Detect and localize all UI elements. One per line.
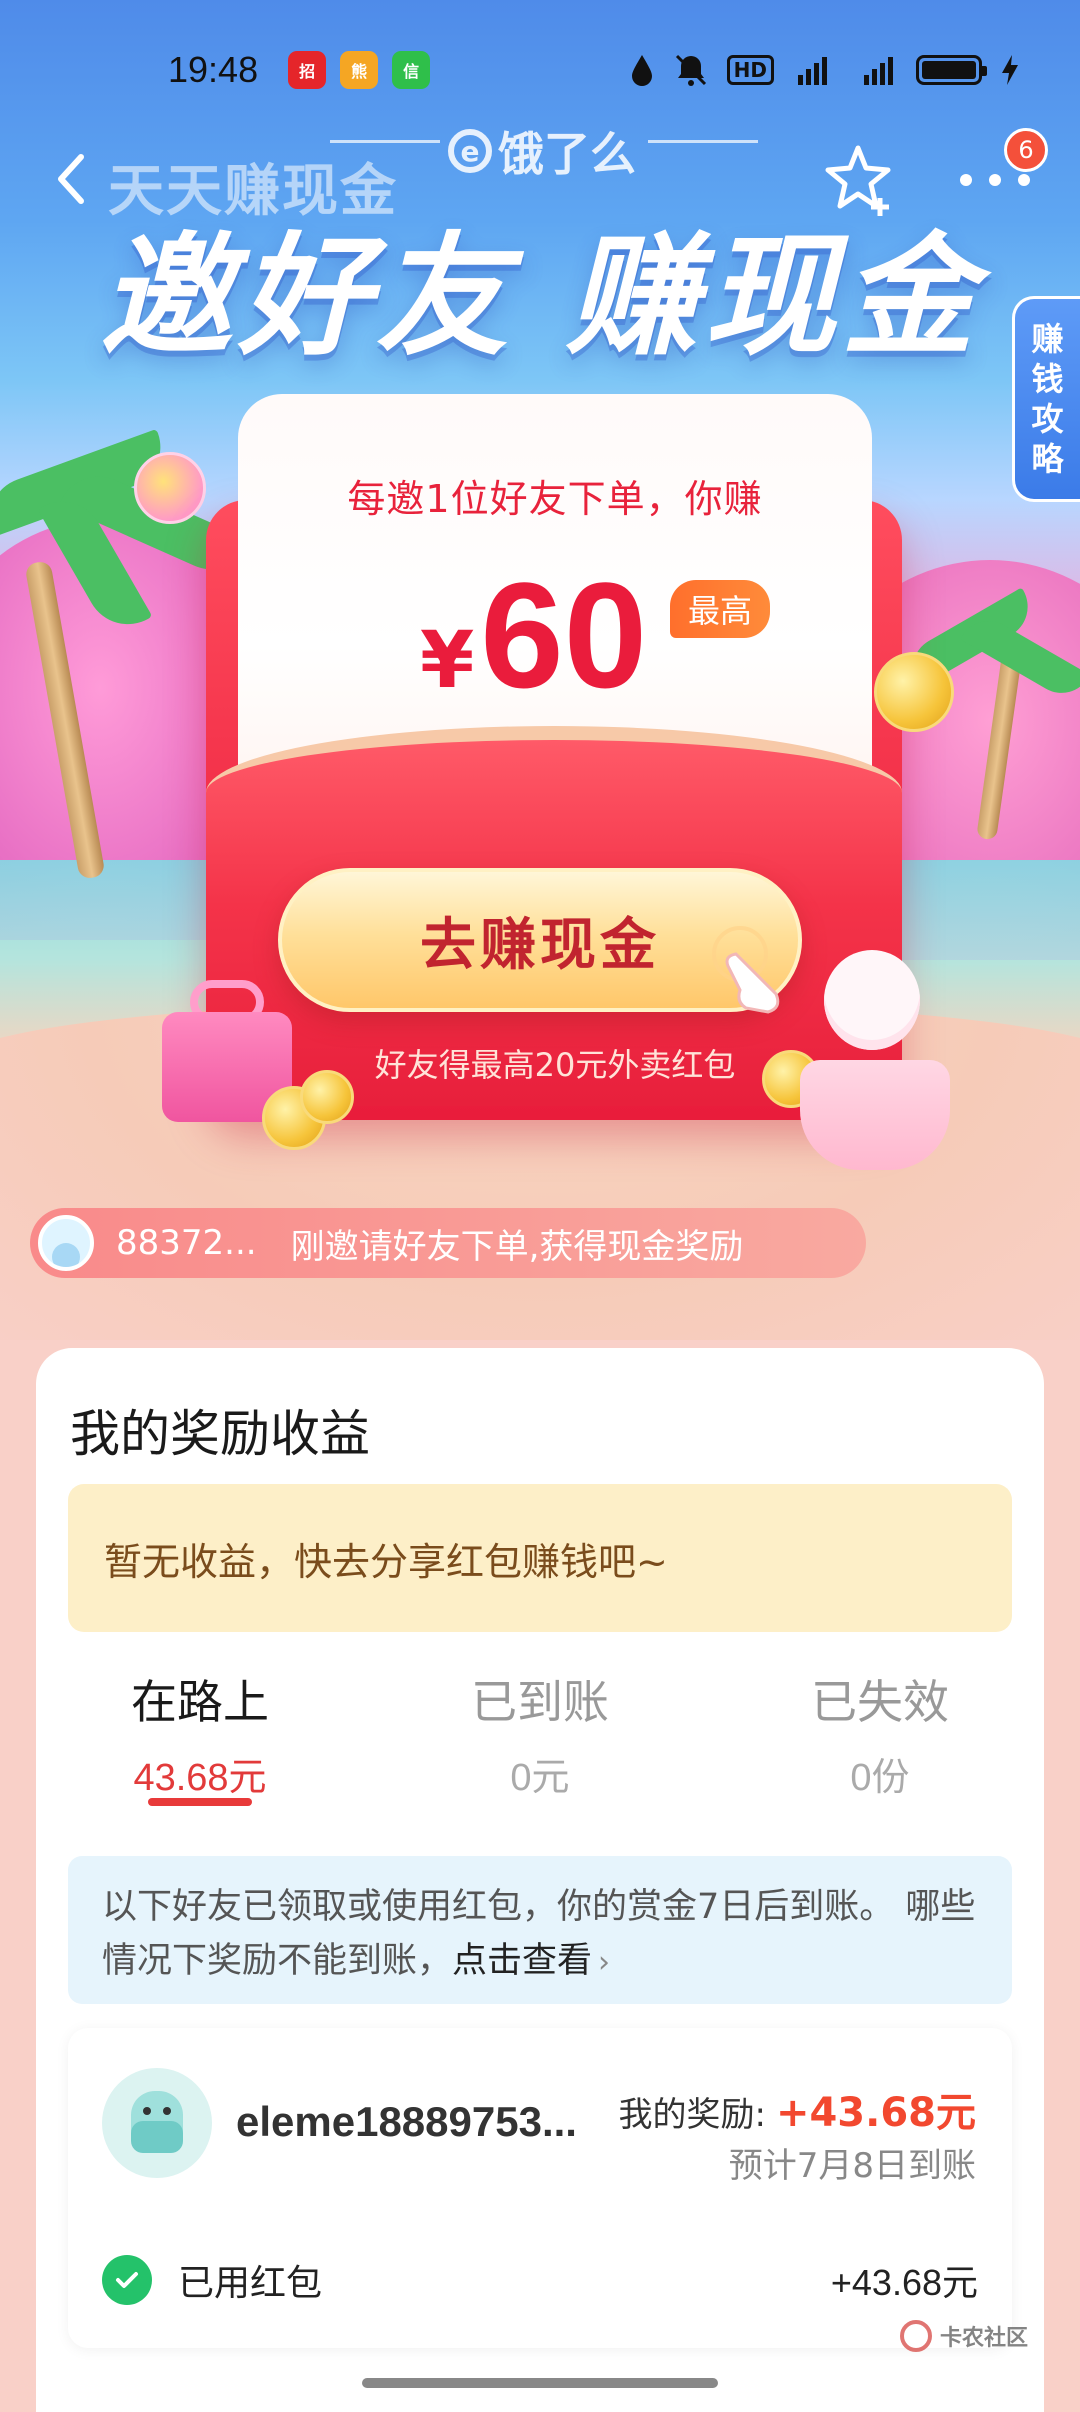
coin-icon bbox=[300, 1070, 354, 1124]
notification-badge: 6 bbox=[1004, 128, 1048, 172]
tab-label: 在路上 bbox=[131, 1675, 269, 1729]
tab-value: 0元 bbox=[510, 1757, 570, 1799]
watermark-text: 卡农社区 bbox=[940, 2326, 1029, 2351]
reward-eta: 预计7月8日到账 bbox=[728, 2146, 976, 2186]
tab-value: 43.68元 bbox=[133, 1757, 267, 1799]
earning-guide-tab[interactable]: 赚 钱 攻 略 bbox=[1012, 296, 1080, 502]
brand-name: 饿了么 bbox=[498, 127, 636, 181]
rewards-title: 我的奖励收益 bbox=[70, 1405, 370, 1463]
dot-icon bbox=[989, 174, 1001, 186]
signal-4g-icon bbox=[798, 57, 827, 85]
chevron-right-icon: › bbox=[598, 1945, 611, 1980]
invite-ticker: 88372... 刚邀请好友下单,获得现金奖励 bbox=[30, 1208, 866, 1278]
side-tab-char: 攻 bbox=[1031, 400, 1064, 438]
cupcake-icon bbox=[800, 1060, 950, 1170]
currency-symbol: ¥ bbox=[420, 616, 475, 706]
side-tab-char: 略 bbox=[1031, 440, 1064, 478]
used-packet-row: 已用红包 +43.68元 bbox=[102, 2250, 978, 2310]
reward-amount: +43.68元 bbox=[775, 2090, 976, 2136]
bunny-mascot-icon bbox=[824, 950, 920, 1050]
empty-earnings-banner: 暂无收益，快去分享红包赚钱吧~ bbox=[68, 1484, 1012, 1632]
tab-label: 已到账 bbox=[471, 1675, 609, 1729]
tab-label: 已失效 bbox=[811, 1675, 949, 1729]
bear-app-icon: 熊 bbox=[340, 51, 379, 89]
ticker-user: 88372... bbox=[116, 1223, 257, 1263]
amount-value: 60 bbox=[480, 551, 648, 719]
emoji-ball-icon bbox=[134, 452, 206, 524]
watermark-logo-icon bbox=[900, 2320, 932, 2352]
tab-value: 0份 bbox=[850, 1757, 910, 1799]
charging-bolt-icon bbox=[1002, 55, 1018, 85]
tab-in-transit[interactable]: 在路上 43.68元 bbox=[80, 1666, 320, 1801]
max-tag: 最高 bbox=[670, 580, 771, 638]
dot-icon bbox=[1018, 174, 1030, 186]
mute-bell-icon bbox=[675, 54, 706, 86]
side-tab-char: 钱 bbox=[1031, 360, 1064, 398]
hero-headline: 邀好友 赚现金 bbox=[100, 220, 980, 374]
bank-app-icon: 招 bbox=[288, 51, 327, 89]
dot-icon bbox=[960, 174, 972, 186]
check-icon bbox=[102, 2255, 152, 2305]
ticker-message: 刚邀请好友下单,获得现金奖励 bbox=[290, 1226, 744, 1267]
avatar bbox=[38, 1215, 94, 1271]
tab-expired[interactable]: 已失效 0份 bbox=[760, 1666, 1000, 1801]
friend-reward-item[interactable]: eleme18889753... 我的奖励: +43.68元 预计7月8日到账 … bbox=[68, 2028, 1012, 2348]
message-app-icon: 信 bbox=[392, 51, 431, 89]
packet-subtitle: 每邀1位好友下单，你赚 bbox=[347, 477, 763, 521]
used-packet-amount: +43.68元 bbox=[830, 2262, 978, 2303]
packet-amount: ¥ 60 bbox=[420, 560, 647, 710]
view-details-link[interactable]: 点击查看 bbox=[452, 1941, 592, 1981]
pointing-hand-icon bbox=[712, 926, 780, 1014]
status-app-icons: 招 熊 信 bbox=[288, 51, 431, 89]
my-reward: 我的奖励: +43.68元 bbox=[618, 2080, 976, 2138]
friend-username: eleme18889753... bbox=[236, 2098, 577, 2145]
eleme-e-icon: e bbox=[448, 129, 492, 173]
active-tab-indicator bbox=[148, 1798, 252, 1806]
used-packet-label: 已用红包 bbox=[178, 2263, 323, 2304]
community-watermark: 卡农社区 bbox=[900, 2320, 1028, 2352]
hd-badge: HD bbox=[726, 55, 774, 85]
reward-label: 我的奖励: bbox=[618, 2095, 766, 2135]
signal-5g-icon bbox=[864, 57, 893, 85]
water-drop-icon bbox=[631, 55, 652, 86]
avatar bbox=[102, 2068, 212, 2178]
tab-received[interactable]: 已到账 0元 bbox=[420, 1666, 660, 1801]
rewards-card: 我的奖励收益 暂无收益，快去分享红包赚钱吧~ 在路上 43.68元 已到账 0元… bbox=[36, 1348, 1044, 2412]
side-tab-char: 赚 bbox=[1031, 320, 1064, 358]
eleme-logo: e 饿了么 bbox=[448, 118, 636, 184]
brand-divider bbox=[330, 140, 440, 143]
home-indicator[interactable] bbox=[362, 2378, 718, 2388]
battery-icon bbox=[916, 55, 987, 85]
default-avatar-icon bbox=[131, 2091, 183, 2153]
coin-icon bbox=[874, 652, 954, 732]
status-time: 19:48 bbox=[168, 49, 259, 90]
brand-divider bbox=[648, 140, 758, 143]
empty-earnings-text: 暂无收益，快去分享红包赚钱吧~ bbox=[104, 1539, 668, 1584]
status-indicators: HD bbox=[629, 52, 1020, 88]
reward-info-notice: 以下好友已领取或使用红包，你的赏金7日后到账。 哪些情况下奖励不能到账，点击查看… bbox=[68, 1856, 1012, 2004]
reward-tabs: 在路上 43.68元 已到账 0元 已失效 0份 bbox=[36, 1666, 1044, 1816]
